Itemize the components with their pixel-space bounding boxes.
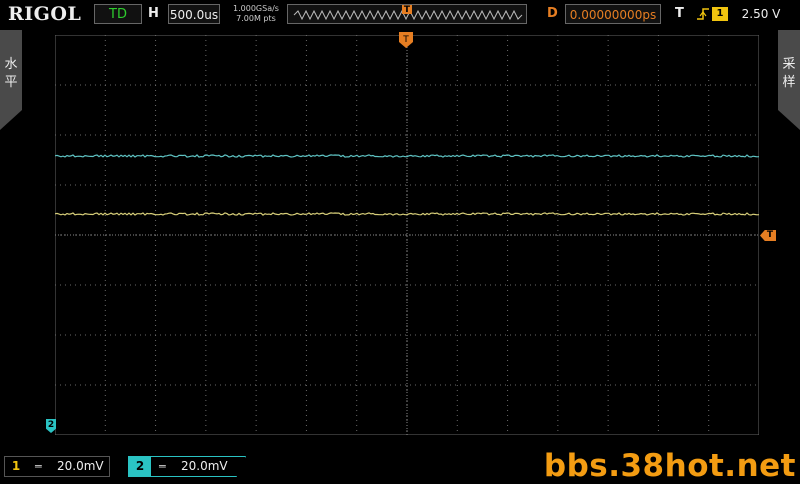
ch2-settings[interactable]: 2 ═ 20.0mV xyxy=(128,456,246,477)
sample-rate: 1.000GSa/s xyxy=(233,4,279,13)
top-status-bar: RIGOL TD H 500.0us 1.000GSa/s 7.00M pts … xyxy=(0,0,800,30)
ch2-number: 2 xyxy=(129,457,151,476)
trigger-time-marker-icon[interactable]: T xyxy=(399,32,413,54)
acquire-menu-tab[interactable]: 采样 xyxy=(778,30,800,130)
rising-edge-icon xyxy=(697,8,709,20)
brand-logo: RIGOL xyxy=(8,3,82,25)
ch2-scale: 20.0mV xyxy=(181,459,228,473)
horizontal-menu-tab[interactable]: 水平 xyxy=(0,30,22,130)
ch1-number: 1 xyxy=(11,459,21,473)
ch1-scale: 20.0mV xyxy=(57,459,104,473)
delay-label: D xyxy=(547,6,558,21)
horizontal-label: H xyxy=(148,6,159,21)
trigger-time-marker-label: T xyxy=(402,35,409,45)
watermark-text: bbs.38hot.net xyxy=(543,448,796,484)
trigger-position-marker: T xyxy=(403,5,411,15)
ch1-settings[interactable]: 1 ═ 20.0mV xyxy=(4,456,110,477)
delay-value[interactable]: 0.00000000ps xyxy=(565,4,661,24)
timebase-value[interactable]: 500.0us xyxy=(168,4,220,24)
memory-depth: 7.00M pts xyxy=(236,14,276,23)
ch1-coupling-icon: ═ xyxy=(35,460,42,473)
time-mode-button[interactable]: TD xyxy=(94,4,142,24)
trigger-source-badge: 1 xyxy=(712,7,728,21)
acquisition-info: 1.000GSa/s 7.00M pts xyxy=(228,4,284,24)
ch2-coupling-icon: ═ xyxy=(159,460,166,473)
trigger-level-marker[interactable]: T xyxy=(760,230,776,241)
ch1-trace xyxy=(55,212,759,216)
trigger-label: T xyxy=(675,6,684,21)
waveform-display xyxy=(55,35,759,435)
trigger-level-value[interactable]: 2.50 V xyxy=(736,4,786,24)
gridlines xyxy=(55,35,759,435)
memory-overview-bar[interactable]: T xyxy=(287,4,527,24)
trigger-edge-icon[interactable] xyxy=(694,6,712,23)
